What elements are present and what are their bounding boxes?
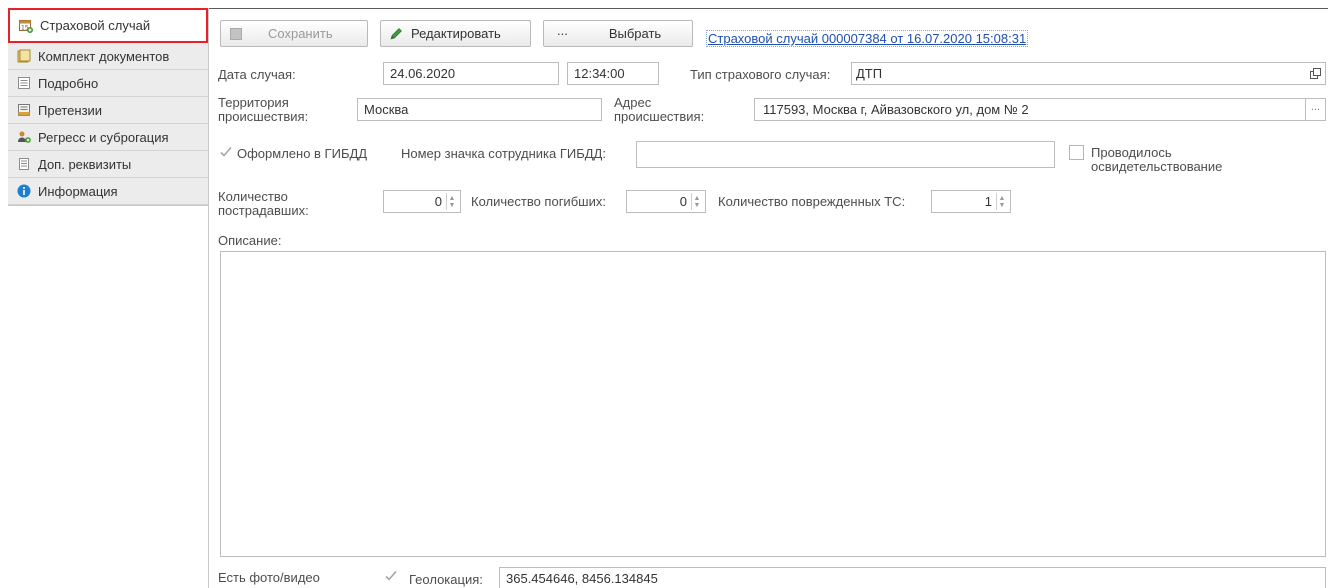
case-type-field[interactable]: ДТП [851, 62, 1307, 85]
case-type-label: Тип страхового случая: [690, 67, 831, 82]
damaged-vehicles-label: Количество поврежденных ТС: [718, 194, 906, 209]
territory-value: Москва [364, 102, 409, 117]
list-icon [17, 157, 31, 171]
sidebar-item-information[interactable]: Информация [8, 178, 208, 205]
checkmark-icon [385, 570, 397, 581]
sidebar-item-label: Претензии [38, 102, 103, 118]
date-label: Дата случая: [218, 67, 296, 82]
dead-value: 0 [679, 194, 687, 209]
select-button-label: Выбрать [608, 26, 662, 41]
sidebar-item-label: Страховой случай [40, 18, 151, 33]
address-value: 117593, Москва г, Айвазовского ул, дом №… [763, 102, 1029, 117]
photo-video-checkbox[interactable] [384, 569, 398, 583]
address-field[interactable]: 117593, Москва г, Айвазовского ул, дом №… [754, 98, 1306, 121]
pencil-icon [390, 27, 403, 40]
dead-stepper[interactable]: 0 ▲ ▼ [626, 190, 706, 213]
case-type-value: ДТП [856, 66, 883, 81]
gibdd-checkbox[interactable] [219, 145, 233, 159]
sidebar-item-claims[interactable]: Претензии [8, 97, 208, 124]
time-value: 12:34:00 [574, 66, 625, 81]
description-label: Описание: [218, 233, 282, 248]
sidebar-item-insurance-case[interactable]: 15 Страховой случай [8, 8, 208, 43]
save-button[interactable]: Сохранить [220, 20, 368, 47]
badge-number-label: Номер значка сотрудника ГИБДД: [401, 146, 606, 161]
address-label: Адрес происшествия: [614, 95, 705, 124]
open-case-type-button[interactable] [1306, 62, 1326, 85]
examination-checkbox[interactable] [1069, 145, 1084, 160]
territory-field[interactable]: Москва [357, 98, 602, 121]
victims-value: 0 [434, 194, 442, 209]
time-field[interactable]: 12:34:00 [567, 62, 659, 85]
victims-stepper[interactable]: 0 ▲ ▼ [383, 190, 461, 213]
damaged-vehicles-stepper[interactable]: 1 ▲ ▼ [931, 190, 1011, 213]
details-icon [17, 76, 31, 90]
stepper-arrows-icon[interactable]: ▲ ▼ [996, 193, 1007, 210]
territory-label: Территория происшествия: [218, 95, 309, 124]
sidebar-item-label: Информация [38, 183, 118, 199]
date-field[interactable]: 24.06.2020 [383, 62, 559, 85]
claims-icon [17, 103, 31, 117]
sidebar-item-details[interactable]: Подробно [8, 70, 208, 97]
damaged-vehicles-value: 1 [984, 194, 992, 209]
date-value: 24.06.2020 [390, 66, 456, 81]
edit-button-label: Редактировать [411, 26, 501, 41]
checkmark-icon [220, 146, 232, 157]
sidebar-list: 15 Страховой случай Комплект документов … [8, 8, 208, 206]
badge-number-field[interactable] [636, 141, 1055, 168]
geolocation-value: 365.454646, 8456.134845 [506, 571, 658, 586]
save-button-label: Сохранить [268, 26, 333, 41]
select-button[interactable]: ... Выбрать [543, 20, 693, 47]
sidebar-item-documents[interactable]: Комплект документов [8, 43, 208, 70]
photo-video-label: Есть фото/видео [218, 570, 320, 585]
main-form: Сохранить Редактировать ... Выбрать Стра… [210, 8, 1328, 588]
calendar-add-icon: 15 [19, 19, 33, 33]
sidebar: 15 Страховой случай Комплект документов … [8, 8, 209, 588]
users-icon [17, 130, 31, 144]
address-select-button[interactable]: ... [1306, 98, 1326, 121]
sidebar-item-label: Доп. реквизиты [38, 156, 132, 172]
geolocation-field[interactable]: 365.454646, 8456.134845 [499, 567, 1326, 588]
geolocation-label: Геолокация: [409, 572, 483, 587]
sidebar-item-extra-attributes[interactable]: Доп. реквизиты [8, 151, 208, 178]
select-dots: ... [557, 23, 568, 38]
save-icon [230, 27, 242, 40]
edit-button[interactable]: Редактировать [380, 20, 531, 47]
sidebar-item-regress[interactable]: Регресс и суброгация [8, 124, 208, 151]
address-select-dots: ... [1310, 100, 1321, 113]
sidebar-item-label: Комплект документов [38, 48, 170, 64]
gibdd-label: Оформлено в ГИБДД [237, 146, 368, 161]
sidebar-item-label: Регресс и суброгация [38, 129, 169, 145]
examination-label: Проводилось освидетельствование [1091, 145, 1223, 174]
stepper-arrows-icon[interactable]: ▲ ▼ [691, 193, 702, 210]
documents-icon [17, 49, 31, 63]
document-link[interactable]: Страховой случай 000007384 от 16.07.2020… [706, 30, 1029, 47]
stepper-arrows-icon[interactable]: ▲ ▼ [446, 193, 457, 210]
victims-label: Количество пострадавших: [218, 189, 309, 218]
open-icon [1310, 68, 1321, 79]
dead-label: Количество погибших: [471, 194, 606, 209]
sidebar-item-label: Подробно [38, 75, 99, 91]
info-icon [17, 184, 31, 198]
description-textarea[interactable] [220, 251, 1326, 557]
